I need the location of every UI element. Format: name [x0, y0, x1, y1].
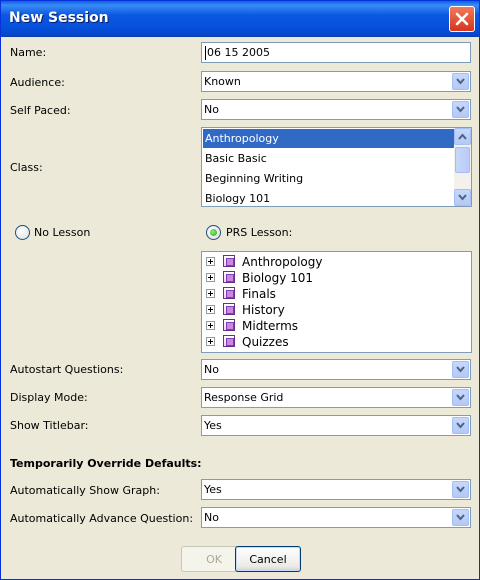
audience-value: Known — [204, 75, 241, 88]
tree-node[interactable]: Finals — [206, 286, 466, 302]
display-mode-label: Display Mode: — [10, 391, 88, 404]
name-label: Name: — [10, 46, 47, 59]
auto-show-graph-select[interactable]: Yes — [201, 479, 471, 500]
cancel-button[interactable]: Cancel — [235, 546, 301, 572]
self-paced-select[interactable]: No — [201, 99, 471, 120]
chevron-down-icon — [458, 194, 467, 201]
close-icon — [455, 12, 469, 26]
scroll-thumb[interactable] — [455, 147, 470, 173]
override-heading: Temporarily Override Defaults: — [10, 457, 202, 470]
display-mode-select[interactable]: Response Grid — [201, 387, 471, 408]
autostart-dropdown-button[interactable] — [452, 361, 469, 378]
lesson-book-icon — [223, 271, 235, 283]
class-item[interactable]: Biology 101 — [203, 189, 455, 206]
plus-box-icon[interactable] — [206, 257, 215, 266]
class-scrollbar[interactable] — [454, 128, 471, 206]
auto-advance-dropdown-button[interactable] — [452, 509, 469, 526]
no-lesson-label[interactable]: No Lesson — [34, 226, 90, 239]
scroll-down-button[interactable] — [454, 189, 471, 206]
plus-box-icon[interactable] — [206, 273, 215, 282]
lesson-book-icon — [223, 303, 235, 315]
tree-node[interactable]: Quizzes — [206, 334, 466, 350]
name-value: 06 15 2005 — [207, 46, 270, 59]
tree-node-label: Anthropology — [242, 255, 323, 269]
audience-label: Audience: — [10, 76, 65, 89]
tree-node[interactable]: Anthropology — [206, 254, 466, 270]
tree-node[interactable]: Biology 101 — [206, 270, 466, 286]
auto-advance-value: No — [204, 511, 219, 524]
audience-dropdown-button[interactable] — [452, 73, 469, 90]
tree-node[interactable]: Midterms — [206, 318, 466, 334]
window-title: New Session — [9, 10, 109, 26]
chevron-up-icon — [458, 133, 467, 140]
show-titlebar-select[interactable]: Yes — [201, 415, 471, 436]
tree-node-label: History — [242, 303, 285, 317]
radio-selected-dot — [210, 229, 217, 236]
show-titlebar-label: Show Titlebar: — [10, 419, 89, 432]
show-titlebar-dropdown-button[interactable] — [452, 417, 469, 434]
tree-node-label: Quizzes — [242, 335, 289, 349]
plus-box-icon[interactable] — [206, 289, 215, 298]
close-button[interactable] — [449, 6, 475, 32]
plus-box-icon[interactable] — [206, 305, 215, 314]
self-paced-value: No — [204, 103, 219, 116]
scroll-up-button[interactable] — [454, 128, 471, 145]
autostart-label: Autostart Questions: — [10, 363, 124, 376]
class-listbox[interactable]: Anthropology Basic Basic Beginning Writi… — [201, 127, 472, 207]
new-session-dialog: New Session Name: 06 15 2005 Audience: K… — [0, 0, 480, 580]
chevron-down-icon — [456, 422, 465, 429]
plus-box-icon[interactable] — [206, 321, 215, 330]
tree-node-label: Biology 101 — [242, 271, 314, 285]
lesson-book-icon — [223, 255, 235, 267]
class-item[interactable]: Anthropology — [203, 129, 455, 148]
lesson-book-icon — [223, 335, 235, 347]
audience-select[interactable]: Known — [201, 71, 471, 92]
auto-show-graph-label: Automatically Show Graph: — [10, 484, 160, 497]
chevron-down-icon — [456, 106, 465, 113]
name-field[interactable]: 06 15 2005 — [201, 42, 471, 63]
tree-node-label: Midterms — [242, 319, 299, 333]
self-paced-dropdown-button[interactable] — [452, 101, 469, 118]
chevron-down-icon — [456, 514, 465, 521]
lesson-book-icon — [223, 287, 235, 299]
no-lesson-radio[interactable] — [15, 225, 30, 240]
prs-lesson-radio[interactable] — [206, 225, 221, 240]
autostart-select[interactable]: No — [201, 359, 471, 380]
class-item[interactable]: Basic Basic — [203, 149, 455, 168]
self-paced-label: Self Paced: — [10, 104, 71, 117]
text-cursor — [205, 46, 206, 60]
chevron-down-icon — [456, 394, 465, 401]
auto-show-graph-value: Yes — [204, 483, 222, 496]
tree-node[interactable]: History — [206, 302, 466, 318]
class-item[interactable]: Beginning Writing — [203, 169, 455, 188]
display-mode-dropdown-button[interactable] — [452, 389, 469, 406]
lesson-book-icon — [223, 319, 235, 331]
display-mode-value: Response Grid — [204, 391, 284, 404]
auto-advance-select[interactable]: No — [201, 507, 471, 528]
title-bar[interactable]: New Session — [1, 1, 479, 37]
show-titlebar-value: Yes — [204, 419, 222, 432]
autostart-value: No — [204, 363, 219, 376]
prs-lesson-label[interactable]: PRS Lesson: — [226, 226, 292, 239]
plus-box-icon[interactable] — [206, 337, 215, 346]
class-label: Class: — [10, 161, 43, 174]
chevron-down-icon — [456, 78, 465, 85]
auto-advance-label: Automatically Advance Question: — [10, 512, 194, 525]
chevron-down-icon — [456, 486, 465, 493]
lesson-tree[interactable]: Anthropology Biology 101 Finals History … — [201, 251, 472, 353]
chevron-down-icon — [456, 366, 465, 373]
auto-show-graph-dropdown-button[interactable] — [452, 481, 469, 498]
tree-node-label: Finals — [242, 287, 276, 301]
